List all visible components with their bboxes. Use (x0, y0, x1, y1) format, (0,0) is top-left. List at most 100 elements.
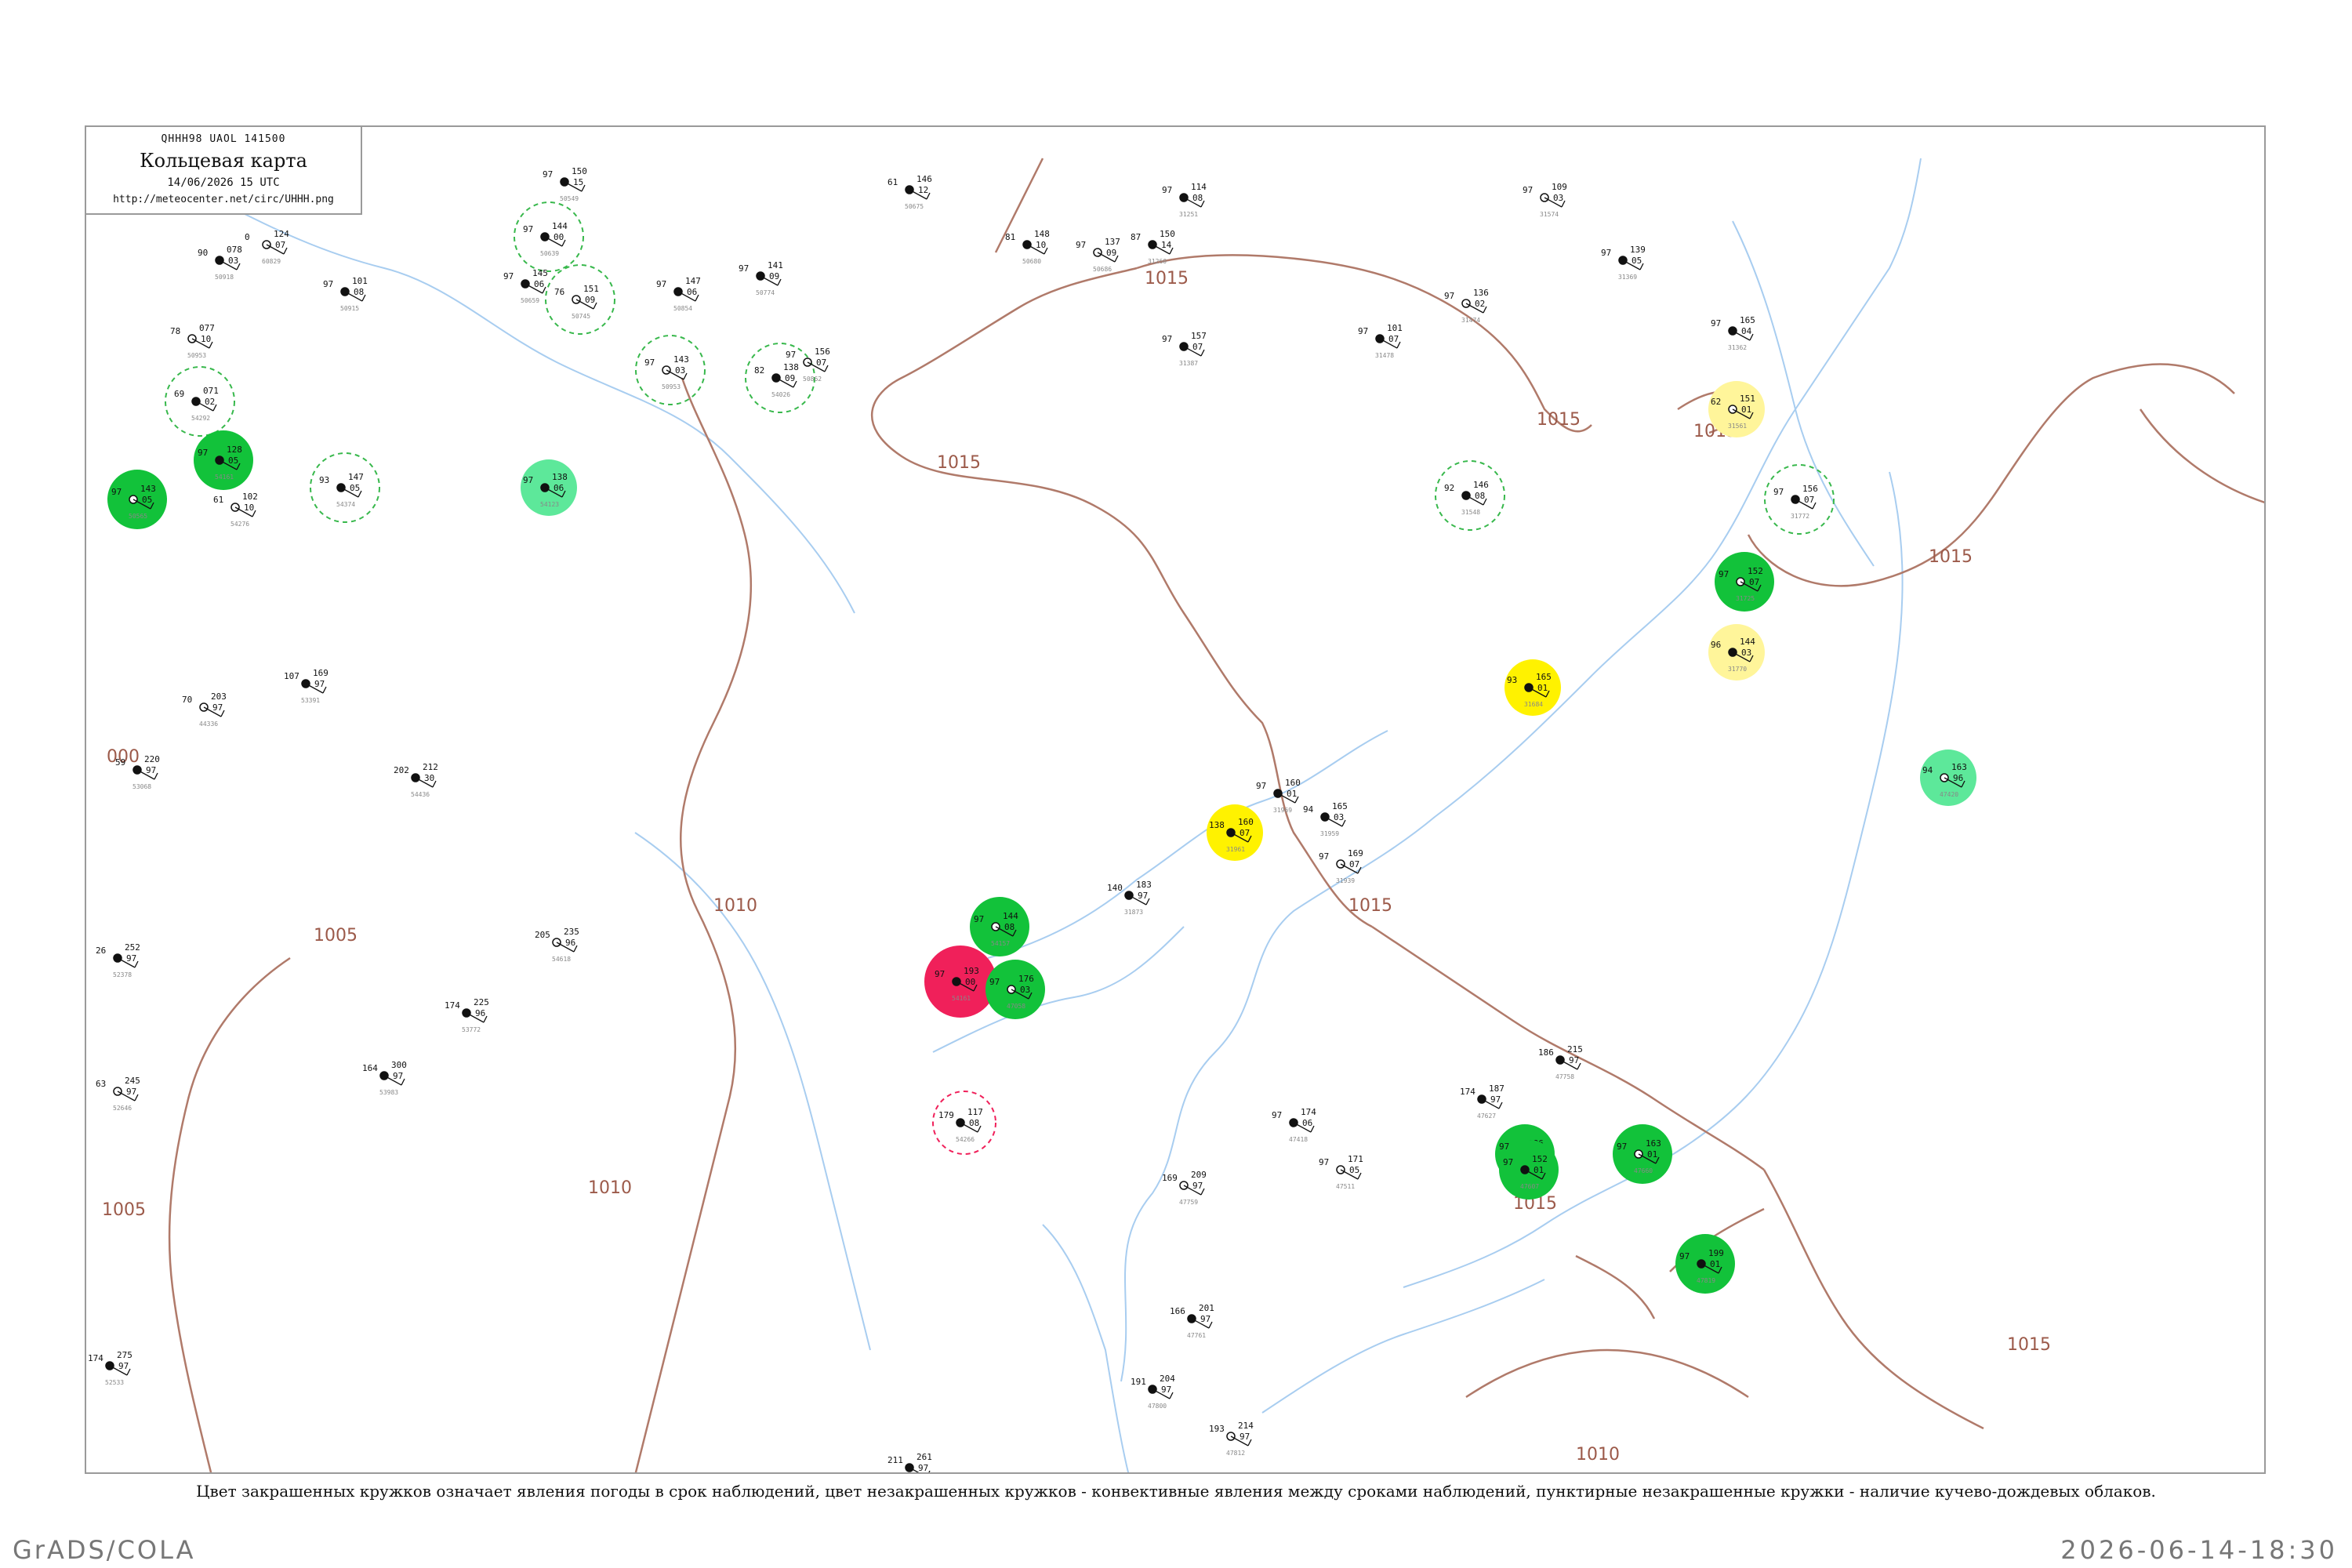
station-50565[interactable]: 14305 97 50565 (107, 470, 167, 529)
station-47759[interactable]: 20997 169 47759 (1162, 1170, 1207, 1206)
station-54123[interactable]: 13806 97 54123 (521, 459, 577, 516)
station-47812[interactable]: 21497 193 47812 (1209, 1421, 1254, 1457)
station-50953[interactable]: 07710 78 50953 (170, 323, 215, 359)
station-50675[interactable]: 14612 61 50675 (887, 174, 932, 210)
station-47511[interactable]: 17105 97 47511 (1319, 1154, 1363, 1190)
station-index: 50659 (521, 297, 539, 304)
station-60829[interactable]: 12407 0 60829 (245, 229, 289, 265)
station-index: 47607 (1520, 1183, 1539, 1190)
station-50549[interactable]: 15015 97 50549 (543, 166, 587, 202)
station-53983[interactable]: 30097 164 53983 (362, 1060, 407, 1096)
station-53391[interactable]: 16997 107 53391 (284, 668, 328, 704)
station-tendency: 02 (205, 397, 215, 407)
station-pressure: 203 (211, 691, 227, 702)
station-value-left: 26 (96, 946, 106, 956)
station-31725[interactable]: 15207 97 31725 (1715, 552, 1774, 612)
station-47058[interactable]: 17603 97 47058 (985, 960, 1045, 1019)
station-47758[interactable]: 21597 186 47758 (1538, 1044, 1583, 1080)
station-pressure: 138 (783, 362, 799, 372)
station-54161[interactable]: 12805 97 54161 (194, 430, 253, 490)
station-31770[interactable]: 14403 96 31770 (1708, 624, 1765, 681)
station-47660[interactable]: 16301 97 47660 (1613, 1124, 1672, 1184)
station-index: 60829 (262, 258, 281, 265)
station-tendency: 97 (1490, 1094, 1501, 1105)
station-50659[interactable]: 14506 97 50659 (503, 268, 548, 304)
isobar-label: 1015 (2007, 1335, 2051, 1355)
station-50686[interactable]: 13709 97 50686 (1076, 237, 1120, 273)
station-54436[interactable]: 21230 202 54436 (394, 762, 438, 798)
legend-caption: Цвет закрашенных кружков означает явлени… (196, 1482, 2156, 1501)
station-31961[interactable]: 16007 138 31961 (1207, 804, 1263, 861)
isobar-line-10 (2139, 408, 2264, 503)
station-tendency: 15 (573, 177, 583, 187)
station-31959[interactable]: 16503 94 31959 (1303, 801, 1348, 837)
station-tendency: 97 (126, 1087, 136, 1097)
station-47800[interactable]: 20497 191 47800 (1131, 1374, 1175, 1410)
station-31362[interactable]: 16504 97 31362 (1711, 315, 1755, 351)
station-pressure: 300 (391, 1060, 407, 1070)
station-pressure: 138 (552, 472, 568, 482)
station-pressure: 144 (1003, 911, 1018, 921)
station-31387[interactable]: 15707 97 31387 (1162, 331, 1207, 367)
station-47607[interactable]: 15201 97 47607 (1499, 1140, 1559, 1200)
station-50953[interactable]: 14303 97 50953 (635, 335, 706, 405)
station-value-left: 63 (96, 1079, 106, 1089)
station-50915[interactable]: 10108 97 50915 (323, 276, 368, 312)
station-50745[interactable]: 15109 76 50745 (545, 264, 615, 335)
station-value-left: 97 (1503, 1157, 1513, 1167)
station-54161[interactable]: 19300 97 54161 (924, 946, 996, 1018)
station-pressure: 193 (964, 966, 979, 976)
station-31939[interactable]: 16907 97 31939 (1319, 848, 1363, 884)
station-tendency: 05 (1349, 1165, 1359, 1175)
station-31369[interactable]: 13905 97 31369 (1601, 245, 1646, 281)
station-52533[interactable]: 27597 174 52533 (88, 1350, 132, 1386)
station-54276[interactable]: 10210 61 54276 (213, 492, 258, 528)
station-52646[interactable]: 24597 63 52646 (96, 1076, 140, 1112)
source-url[interactable]: http://meteocenter.net/circ/UHHH.png (86, 194, 361, 205)
station-31478[interactable]: 10107 97 31478 (1358, 323, 1403, 359)
station-tendency: 07 (1240, 828, 1250, 838)
station-value-left: 97 (1719, 569, 1729, 579)
station-pressure: 199 (1708, 1248, 1724, 1258)
station-index: 47420 (1940, 791, 1958, 798)
station-index: 50686 (1093, 266, 1112, 273)
station-53772[interactable]: 22596 174 53772 (445, 997, 489, 1033)
station-pressure: 214 (1238, 1421, 1254, 1431)
station-value-left: 169 (1162, 1173, 1178, 1183)
station-47819[interactable]: 19901 97 47819 (1675, 1234, 1735, 1294)
station-value-left: 87 (1131, 232, 1141, 242)
station-52418[interactable]: 2619721152418 (887, 1452, 932, 1474)
station-54374[interactable]: 14705 93 54374 (310, 452, 380, 523)
station-50639[interactable]: 14400 97 50639 (514, 201, 584, 272)
station-index: 50915 (340, 305, 359, 312)
station-31561[interactable]: 15101 62 31561 (1708, 381, 1765, 437)
station-50680[interactable]: 14810 81 50680 (1005, 229, 1050, 265)
station-tendency: 05 (350, 483, 360, 493)
station-50854[interactable]: 14706 97 50854 (656, 276, 701, 312)
station-50918[interactable]: 07803 90 50918 (198, 245, 242, 281)
station-54292[interactable]: 07102 69 54292 (165, 366, 235, 437)
station-31574[interactable]: 10903 97 31574 (1523, 182, 1567, 218)
station-value-left: 138 (1209, 820, 1225, 830)
station-54157[interactable]: 14408 97 54157 (970, 897, 1029, 956)
station-31548[interactable]: 14608 92 31548 (1435, 460, 1505, 531)
station-54266[interactable]: 11708 179 54266 (932, 1091, 996, 1155)
station-52378[interactable]: 25297 26 52378 (96, 942, 140, 978)
station-31684[interactable]: 16501 93 31684 (1504, 659, 1561, 716)
station-tendency: 06 (1302, 1118, 1312, 1128)
station-47420[interactable]: 16396 94 47420 (1920, 750, 1976, 806)
station-pressure: 147 (348, 472, 364, 482)
station-47418[interactable]: 17406 97 47418 (1272, 1107, 1316, 1143)
station-pressure: 187 (1489, 1083, 1504, 1094)
station-47627[interactable]: 18797 174 47627 (1460, 1083, 1504, 1120)
station-value-left: 61 (887, 177, 898, 187)
station-50774[interactable]: 14109 97 50774 (739, 260, 783, 296)
station-31772[interactable]: 15607 97 31772 (1764, 464, 1835, 535)
station-tendency: 09 (785, 373, 795, 383)
station-47761[interactable]: 20197 166 47761 (1170, 1303, 1214, 1339)
station-pressure: 101 (352, 276, 368, 286)
station-31251[interactable]: 11408 97 31251 (1162, 182, 1207, 218)
station-44336[interactable]: 20397 70 44336 (182, 691, 227, 728)
station-54618[interactable]: 23596 205 54618 (535, 927, 579, 963)
station-pressure: 148 (1034, 229, 1050, 239)
